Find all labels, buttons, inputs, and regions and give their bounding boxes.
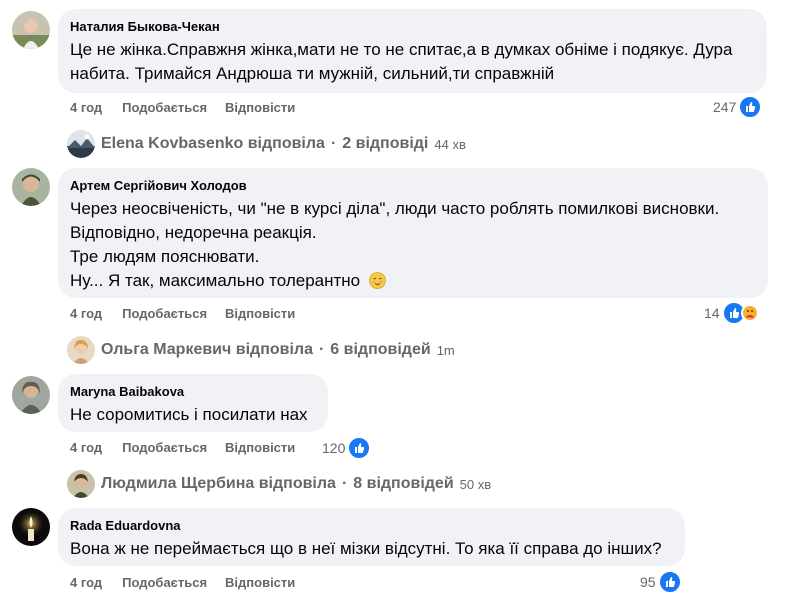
view-replies[interactable]: Людмила Щербина відповіла · 8 відповідей… bbox=[67, 470, 491, 498]
avatar[interactable] bbox=[12, 376, 50, 414]
reaction-summary[interactable]: 14 bbox=[704, 301, 759, 325]
separator: · bbox=[341, 475, 348, 492]
comment-text-line: Через неосвіченість, чи "не в курсі діла… bbox=[70, 199, 720, 218]
comment-actions: 4 год Подобається Відповісти bbox=[70, 306, 313, 321]
comment-actions: 4 год Подобається Відповісти bbox=[70, 440, 313, 455]
reaction-count: 247 bbox=[713, 99, 737, 115]
comment-bubble: Артем Сергійович Холодов Через неосвічен… bbox=[58, 168, 768, 298]
reply-timestamp: 50 хв bbox=[459, 476, 492, 492]
reply-button[interactable]: Відповісти bbox=[225, 575, 295, 590]
view-replies[interactable]: Ольга Маркевич відповіла · 6 відповідей … bbox=[67, 336, 455, 364]
comment-text-line: Це не жінка.Справжня жінка,мати не то не… bbox=[70, 40, 733, 59]
reply-count: 8 відповідей bbox=[353, 475, 454, 492]
comment-text-line: Ну... Я так, максимально толерантно bbox=[70, 269, 755, 296]
comment-actions: 4 год Подобається Відповісти bbox=[70, 100, 313, 115]
avatar bbox=[67, 130, 95, 158]
separator: · bbox=[330, 135, 337, 152]
reply-button[interactable]: Відповісти bbox=[225, 306, 295, 321]
thumbs-up-icon bbox=[657, 570, 682, 594]
avatar bbox=[67, 470, 95, 498]
comment-text: Ну... Я так, максимально толерантно bbox=[70, 271, 361, 290]
reply-count: 2 відповіді bbox=[342, 135, 429, 152]
like-button[interactable]: Подобається bbox=[122, 575, 207, 590]
comment-actions: 4 год Подобається Відповісти bbox=[70, 575, 313, 590]
comment-timestamp[interactable]: 4 год bbox=[70, 306, 102, 321]
comment-author[interactable]: Наталия Быкова-Чекан bbox=[70, 18, 754, 35]
thumbs-up-icon bbox=[738, 95, 763, 119]
comment-bubble: Maryna Baibakova Не соромитись і посилат… bbox=[58, 374, 328, 432]
reaction-summary[interactable]: 247 bbox=[713, 95, 763, 119]
comment-text-line: Не соромитись і посилати нах bbox=[70, 405, 308, 424]
comment-timestamp[interactable]: 4 год bbox=[70, 440, 102, 455]
thumbs-up-icon bbox=[347, 436, 372, 460]
comment-timestamp[interactable]: 4 год bbox=[70, 575, 102, 590]
avatar[interactable] bbox=[12, 508, 50, 546]
comment-timestamp[interactable]: 4 год bbox=[70, 100, 102, 115]
reply-button[interactable]: Відповісти bbox=[225, 100, 295, 115]
reaction-summary[interactable]: 95 bbox=[640, 570, 682, 594]
reply-button[interactable]: Відповісти bbox=[225, 440, 295, 455]
avatar[interactable] bbox=[12, 11, 50, 49]
comment-text-line: Тре людям пояснювати. bbox=[70, 247, 260, 266]
like-button[interactable]: Подобається bbox=[122, 440, 207, 455]
blush-emoji-icon bbox=[368, 272, 386, 296]
reply-author: Elena Kovbasenko відповіла bbox=[101, 135, 325, 152]
comment-author[interactable]: Rada Eduardovna bbox=[70, 517, 672, 534]
comment-bubble: Наталия Быкова-Чекан Це не жінка.Справжн… bbox=[58, 9, 767, 93]
comment-bubble: Rada Eduardovna Вона ж не переймається щ… bbox=[58, 508, 685, 566]
comment-text-line: набита. Тримайся Андрюша ти мужній, силь… bbox=[70, 64, 555, 83]
like-button[interactable]: Подобається bbox=[122, 306, 207, 321]
reply-author: Ольга Маркевич відповіла bbox=[101, 341, 313, 358]
reaction-count: 95 bbox=[640, 574, 656, 590]
comment-author[interactable]: Maryna Baibakova bbox=[70, 383, 315, 400]
comment-text-line: Відповідно, недоречна реакція. bbox=[70, 223, 317, 242]
reply-timestamp: 44 хв bbox=[434, 136, 466, 152]
separator: · bbox=[318, 341, 325, 358]
reply-author: Людмила Щербина відповіла bbox=[101, 475, 336, 492]
reply-count: 6 відповідей bbox=[330, 341, 431, 358]
reply-timestamp: 1m bbox=[436, 342, 455, 358]
comment-text-line: Вона ж не переймається що в неї мізки ві… bbox=[70, 539, 662, 558]
avatar bbox=[67, 336, 95, 364]
comment-author[interactable]: Артем Сергійович Холодов bbox=[70, 177, 755, 194]
reaction-count: 120 bbox=[322, 440, 346, 456]
like-button[interactable]: Подобається bbox=[122, 100, 207, 115]
reaction-count: 14 bbox=[704, 305, 720, 321]
view-replies[interactable]: Elena Kovbasenko відповіла · 2 відповіді… bbox=[67, 130, 466, 158]
care-emoji-icon bbox=[740, 304, 759, 322]
avatar[interactable] bbox=[12, 168, 50, 206]
reaction-summary[interactable]: 120 bbox=[322, 436, 372, 460]
